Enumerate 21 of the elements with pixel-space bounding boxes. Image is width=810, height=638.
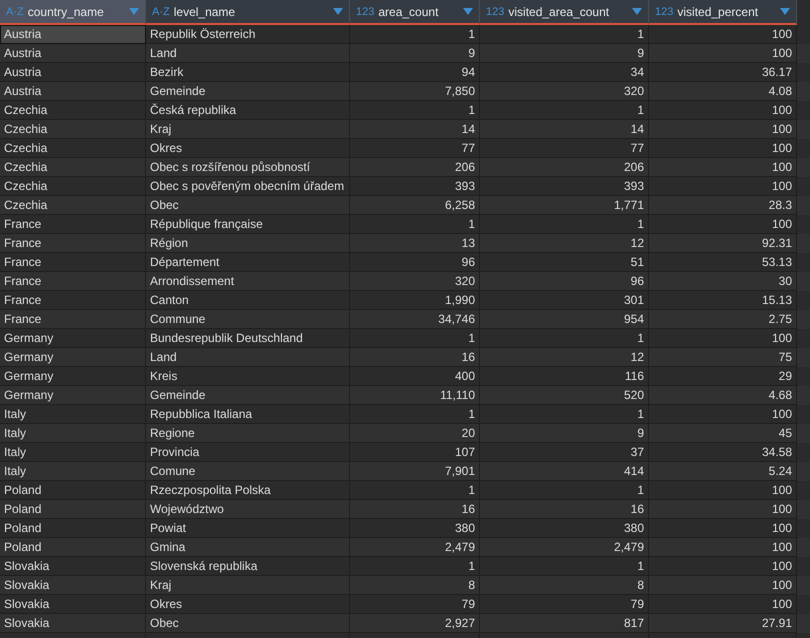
type-label: 123: [356, 6, 374, 18]
sort-arrow-icon[interactable]: [129, 8, 139, 15]
column-name: visited_percent: [677, 4, 760, 18]
column-name: visited_area_count: [508, 4, 610, 18]
column-name: area_count: [378, 4, 440, 18]
column-header[interactable]: A·Z country_name: [0, 0, 146, 25]
type-label: A·Z: [152, 6, 170, 18]
column-header[interactable]: 123 area_count: [350, 0, 480, 25]
column-header[interactable]: 123 visited_percent: [649, 0, 797, 25]
table-cell: Austria: [0, 25, 146, 44]
sort-arrow-icon[interactable]: [333, 8, 343, 15]
column-name: level_name: [174, 4, 236, 18]
sort-arrow-icon[interactable]: [463, 8, 473, 15]
type-label: 123: [655, 6, 674, 18]
type-label: 123: [486, 6, 504, 18]
column-name: country_name: [28, 4, 105, 18]
column-header[interactable]: A·Z level_name: [146, 0, 350, 25]
column-header[interactable]: 123 visited_area_count: [480, 0, 649, 25]
sort-arrow-icon[interactable]: [632, 8, 642, 15]
sort-arrow-icon[interactable]: [780, 8, 790, 15]
type-label: A·Z: [6, 6, 24, 18]
